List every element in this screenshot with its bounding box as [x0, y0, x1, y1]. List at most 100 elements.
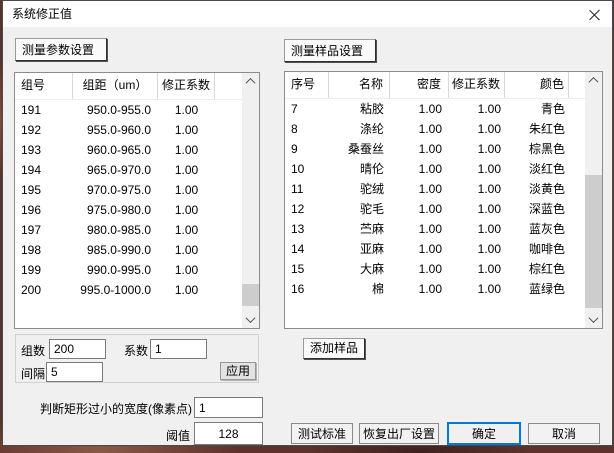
- apply-button[interactable]: 应用: [220, 362, 256, 380]
- cell: 199: [15, 260, 73, 280]
- table-row[interactable]: 15大麻1.001.00棕红色: [285, 259, 585, 279]
- table-row[interactable]: 193960.0-965.01.00: [15, 140, 242, 160]
- cell: 191: [15, 100, 73, 120]
- filler-cell: [569, 199, 585, 219]
- cell: 965.0-970.0: [73, 160, 158, 180]
- cell: 驼绒: [329, 179, 390, 199]
- factory-reset-button[interactable]: 恢复出厂设置: [359, 423, 439, 444]
- sample-table[interactable]: 序号名称密度修正系数颜色7粘胶1.001.00青色8涤纶1.001.00朱红色9…: [284, 71, 603, 329]
- table-row[interactable]: 198985.0-990.01.00: [15, 240, 242, 260]
- filler-cell: [215, 120, 242, 140]
- column-header: 名称: [329, 72, 390, 98]
- scroll-down-button[interactable]: [242, 311, 259, 328]
- group-correction-table[interactable]: 组号组距（um）修正系数191950.0-955.01.00192955.0-9…: [14, 72, 260, 329]
- cell: 1.00: [158, 140, 215, 160]
- filler-cell: [569, 279, 585, 299]
- cell: 1.00: [158, 220, 215, 240]
- table-row[interactable]: 12驼毛1.001.00深蓝色: [285, 199, 585, 219]
- threshold-input[interactable]: [194, 422, 263, 445]
- cell: 194: [15, 160, 73, 180]
- close-icon: [589, 9, 600, 20]
- cell: 1.00: [390, 119, 449, 139]
- right-table-scrollbar[interactable]: [585, 72, 602, 328]
- add-sample-button[interactable]: 添加样品: [303, 338, 365, 359]
- cell: 大麻: [329, 259, 390, 279]
- filler-cell: [569, 239, 585, 259]
- column-header: 组号: [15, 73, 73, 99]
- cell: 粘胶: [329, 99, 390, 119]
- filler-cell: [569, 179, 585, 199]
- filler-cell: [215, 260, 242, 280]
- table-row[interactable]: 195970.0-975.01.00: [15, 180, 242, 200]
- right-scrollbar-thumb[interactable]: [585, 175, 602, 308]
- filler-cell: [569, 139, 585, 159]
- window-title: 系统修正值: [12, 1, 72, 27]
- column-header: 组距（um）: [73, 73, 158, 99]
- cell: 196: [15, 200, 73, 220]
- table-row[interactable]: 200995.0-1000.01.00: [15, 280, 242, 300]
- table-row[interactable]: 14亚麻1.001.00咖啡色: [285, 239, 585, 259]
- cell: 1.00: [158, 120, 215, 140]
- column-header: 颜色: [505, 72, 569, 98]
- cell: 1.00: [390, 139, 449, 159]
- table-row[interactable]: 10晴伦1.001.00淡红色: [285, 159, 585, 179]
- cell: 淡黄色: [505, 179, 569, 199]
- coefficient-label: 系数: [124, 342, 148, 359]
- table-row[interactable]: 199990.0-995.01.00: [15, 260, 242, 280]
- table-row[interactable]: 197980.0-985.01.00: [15, 220, 242, 240]
- table-row[interactable]: 8涤纶1.001.00朱红色: [285, 119, 585, 139]
- measure-sample-settings-button[interactable]: 测量样品设置: [284, 39, 376, 62]
- cell: 955.0-960.0: [73, 120, 158, 140]
- cell: 200: [15, 280, 73, 300]
- cell: 棕红色: [505, 259, 569, 279]
- cell: 1.00: [449, 139, 505, 159]
- table-row[interactable]: 191950.0-955.01.00: [15, 100, 242, 120]
- cell: 985.0-990.0: [73, 240, 158, 260]
- group-count-input[interactable]: [49, 339, 106, 359]
- cancel-button[interactable]: 取消: [528, 423, 600, 444]
- cell: 桑蚕丝: [329, 139, 390, 159]
- scroll-down-button[interactable]: [585, 311, 602, 328]
- cell: 995.0-1000.0: [73, 280, 158, 300]
- table-row[interactable]: 196975.0-980.01.00: [15, 200, 242, 220]
- cell: 1.00: [158, 160, 215, 180]
- table-header-row: 组号组距（um）修正系数: [15, 73, 242, 100]
- close-button[interactable]: [578, 1, 612, 27]
- coefficient-input[interactable]: [150, 339, 207, 359]
- table-row[interactable]: 11驼绒1.001.00淡黄色: [285, 179, 585, 199]
- table-row[interactable]: 16棉1.001.00蓝绿色: [285, 279, 585, 299]
- min-width-label: 判断矩形过小的宽度(像素点): [36, 400, 192, 417]
- cell: 16: [285, 279, 329, 299]
- titlebar: 系统修正值: [3, 1, 612, 27]
- interval-input[interactable]: [46, 362, 103, 382]
- measure-param-settings-button[interactable]: 测量参数设置: [15, 38, 107, 61]
- filler-cell: [215, 280, 242, 300]
- left-table-scrollbar[interactable]: [242, 73, 259, 328]
- scroll-up-button[interactable]: [242, 73, 259, 90]
- filler-cell: [569, 72, 585, 98]
- cell: 198: [15, 240, 73, 260]
- sample-table-content: 序号名称密度修正系数颜色7粘胶1.001.00青色8涤纶1.001.00朱红色9…: [285, 72, 585, 328]
- ok-button[interactable]: 确定: [447, 422, 521, 445]
- filler-cell: [569, 159, 585, 179]
- scroll-up-button[interactable]: [585, 72, 602, 89]
- chevron-up-icon: [246, 78, 256, 88]
- table-row[interactable]: 9桑蚕丝1.001.00棕黑色: [285, 139, 585, 159]
- cell: 980.0-985.0: [73, 220, 158, 240]
- table-row[interactable]: 7粘胶1.001.00青色: [285, 99, 585, 119]
- table-row[interactable]: 192955.0-960.01.00: [15, 120, 242, 140]
- cell: 涤纶: [329, 119, 390, 139]
- min-width-input[interactable]: [194, 397, 263, 418]
- cell: 蓝灰色: [505, 219, 569, 239]
- cell: 1.00: [390, 219, 449, 239]
- filler-cell: [215, 180, 242, 200]
- column-header: 密度: [390, 72, 449, 98]
- test-standard-button[interactable]: 测试标准: [291, 423, 353, 444]
- cell: 亚麻: [329, 239, 390, 259]
- table-row[interactable]: 194965.0-970.01.00: [15, 160, 242, 180]
- filler-cell: [569, 219, 585, 239]
- cell: 12: [285, 199, 329, 219]
- filler-cell: [569, 119, 585, 139]
- left-scrollbar-thumb[interactable]: [242, 284, 259, 306]
- table-row[interactable]: 13苎麻1.001.00蓝灰色: [285, 219, 585, 239]
